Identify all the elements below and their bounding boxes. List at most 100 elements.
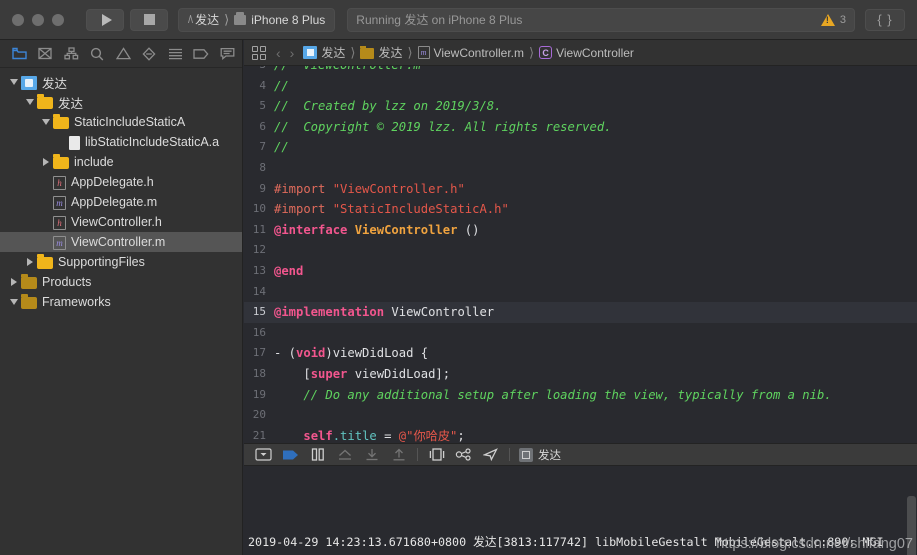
view-hierarchy-icon[interactable]	[450, 444, 477, 465]
tree-item-[interactable]: 发达	[0, 92, 242, 112]
simulate-location-icon[interactable]	[477, 444, 504, 465]
maximize-window-button[interactable]	[52, 13, 64, 26]
code-token: .title	[332, 428, 377, 443]
line-number: 15	[252, 305, 266, 319]
continue-icon[interactable]	[277, 444, 304, 465]
jump-bar: ‹ › 发达 ⟩ 发达 ⟩ m ViewController.m ⟩ C Vie…	[244, 40, 917, 66]
disclosure-triangle-icon[interactable]	[24, 97, 35, 108]
code-line[interactable]: 14	[244, 282, 917, 303]
code-line[interactable]: 3// ViewController.m	[244, 66, 917, 76]
xcode-window: /\ 发达 ⟩ iPhone 8 Plus Running 发达 on iPho…	[0, 0, 917, 555]
scheme-selector[interactable]: /\ 发达 ⟩ iPhone 8 Plus	[178, 7, 336, 32]
tree-item-viewcontroller-m[interactable]: m ViewController.m	[0, 232, 242, 252]
code-line[interactable]: 15 @implementation ViewController	[244, 302, 917, 323]
tree-item-staticincludestatica[interactable]: StaticIncludeStaticA	[0, 112, 242, 132]
source-control-icon[interactable]	[32, 43, 58, 65]
code-line[interactable]: 12	[244, 240, 917, 261]
breadcrumb-separator: ⟩	[529, 44, 535, 60]
code-text: // Copyright © 2019 lzz. All rights rese…	[274, 117, 917, 138]
code-line[interactable]: 7 //	[244, 137, 917, 158]
navigate-forward-button[interactable]: ›	[290, 45, 295, 61]
scheme-icon: /\	[188, 13, 193, 26]
tree-item-frameworks[interactable]: Frameworks	[0, 292, 242, 312]
scheme-separator: ⟩	[224, 11, 230, 27]
console-output[interactable]: 2019-04-29 14:23:13.671680+0800 发达[3813:…	[244, 466, 917, 555]
breadcrumb-item-project[interactable]: 发达	[303, 44, 345, 61]
code-line[interactable]: 18 [super viewDidLoad];	[244, 364, 917, 385]
close-window-button[interactable]	[12, 13, 24, 26]
breadcrumb-label: ViewController.m	[433, 45, 525, 60]
folder-icon[interactable]	[6, 43, 32, 65]
code-token: )viewDidLoad {	[325, 346, 429, 361]
tree-item-appdelegate-m[interactable]: m AppDelegate.m	[0, 192, 242, 212]
code-line[interactable]: 13 @end	[244, 261, 917, 282]
search-icon[interactable]	[84, 43, 110, 65]
code-line[interactable]: 16	[244, 323, 917, 344]
code-token: // Do any additional setup after loading…	[274, 387, 832, 402]
project-navigator: 发达 发达 StaticIncludeStaticA libStaticInclude…	[0, 40, 243, 555]
warning-indicator[interactable]: 3	[820, 13, 846, 26]
view-debugging-icon[interactable]	[423, 444, 450, 465]
disclosure-triangle-icon[interactable]	[40, 157, 51, 168]
symbol-icon[interactable]	[58, 43, 84, 65]
code-line[interactable]: 5 // Created by lzz on 2019/3/8.	[244, 96, 917, 117]
issue-icon[interactable]	[110, 43, 136, 65]
related-items-icon[interactable]	[252, 45, 266, 60]
toolbar-divider	[417, 448, 418, 461]
editor-options-button[interactable]: { }	[865, 8, 905, 31]
code-line[interactable]: 20	[244, 405, 917, 426]
report-icon[interactable]	[214, 43, 240, 65]
code-line[interactable]: 9 #import "ViewController.h"	[244, 179, 917, 200]
module-icon: m	[53, 235, 66, 250]
disclosure-triangle-icon[interactable]	[8, 277, 19, 288]
code-text: //	[274, 137, 917, 158]
code-line[interactable]: 19 // Do any additional setup after load…	[244, 385, 917, 406]
breakpoint-icon[interactable]	[188, 43, 214, 65]
tree-item-appdelegate-h[interactable]: h AppDelegate.h	[0, 172, 242, 192]
disclosure-triangle-icon[interactable]	[8, 297, 19, 308]
code-line[interactable]: 21 self.title = @"你哈皮";	[244, 426, 917, 443]
tree-item-products[interactable]: Products	[0, 272, 242, 292]
code-line[interactable]: 4 //	[244, 76, 917, 97]
test-icon[interactable]	[136, 43, 162, 65]
tree-item-viewcontroller-h[interactable]: h ViewController.h	[0, 212, 242, 232]
breadcrumb-label: ViewController	[556, 45, 634, 60]
code-line[interactable]: 8	[244, 158, 917, 179]
step-out-icon[interactable]	[385, 444, 412, 465]
breadcrumb-item-symbol[interactable]: C ViewController	[539, 46, 634, 60]
code-token: void	[296, 346, 326, 361]
pause-icon[interactable]	[304, 444, 331, 465]
debug-icon[interactable]	[162, 43, 188, 65]
process-selector[interactable]: 发达	[519, 447, 561, 463]
disclosure-triangle-icon[interactable]	[24, 257, 35, 268]
tree-item-label: SupportingFiles	[58, 255, 145, 269]
code-token: //	[274, 78, 289, 93]
disclosure-triangle-icon[interactable]	[8, 77, 19, 88]
navigate-back-button[interactable]: ‹	[276, 45, 281, 61]
breadcrumb-item-file[interactable]: m ViewController.m	[417, 45, 525, 60]
disclosure-triangle-icon[interactable]	[40, 117, 51, 128]
minimize-window-button[interactable]	[32, 13, 44, 26]
tree-item-supportingfiles[interactable]: SupportingFiles	[0, 252, 242, 272]
step-over-icon[interactable]	[331, 444, 358, 465]
hide-debug-area-icon[interactable]	[250, 444, 277, 465]
code-line[interactable]: 10 #import "StaticIncludeStaticA.h"	[244, 199, 917, 220]
run-button[interactable]	[86, 8, 124, 31]
tree-item-libstaticincludestatica-a[interactable]: libStaticIncludeStaticA.a	[0, 132, 242, 152]
code-line[interactable]: 6 // Copyright © 2019 lzz. All rights res…	[244, 117, 917, 138]
code-line[interactable]: 17 - (void)viewDidLoad {	[244, 343, 917, 364]
tree-item-include[interactable]: include	[0, 152, 242, 172]
code-area[interactable]: 3// ViewController.m 4 // 5 // Created by lz…	[244, 66, 917, 443]
activity-status-bar: Running 发达 on iPhone 8 Plus 3	[347, 7, 855, 32]
line-number: 21	[252, 428, 266, 442]
breadcrumb-item-group[interactable]: 发达	[360, 44, 402, 61]
tree-item-[interactable]: 发达	[0, 72, 242, 92]
stop-button[interactable]	[130, 8, 168, 31]
code-text: @interface ViewController ()	[274, 220, 917, 241]
line-number: 6	[259, 119, 266, 133]
step-into-icon[interactable]	[358, 444, 385, 465]
code-line[interactable]: 11 @interface ViewController ()	[244, 220, 917, 241]
code-token: "ViewController.h"	[332, 181, 465, 196]
